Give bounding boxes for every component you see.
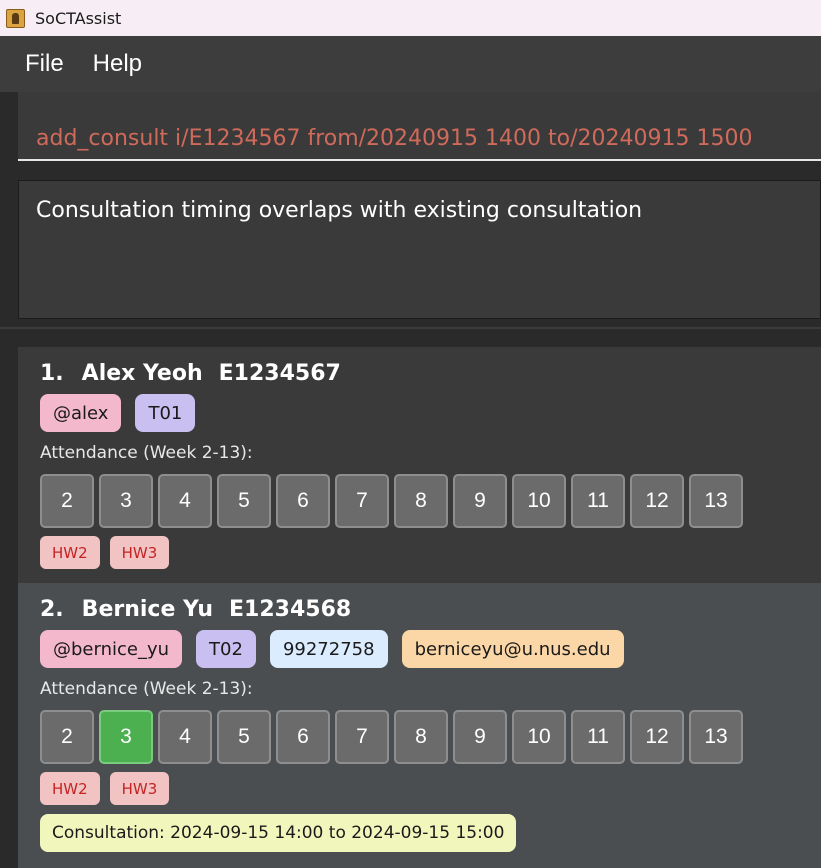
- attendance-week-cell: 11: [571, 710, 625, 764]
- phone-tag: 99272758: [269, 630, 388, 668]
- menu-file[interactable]: File: [25, 50, 64, 78]
- homework-tags: HW2 HW3: [40, 772, 170, 805]
- tutorial-tag: T01: [135, 394, 196, 432]
- homework-tags: HW2 HW3: [40, 536, 170, 569]
- consultation-tag: Consultation: 2024-09-15 14:00 to 2024-0…: [40, 814, 517, 852]
- attendance-week-cell: 3: [99, 710, 153, 764]
- attendance-week-cell: 9: [453, 474, 507, 528]
- student-tags: @alex T01: [40, 394, 196, 432]
- homework-tag: HW2: [40, 536, 100, 569]
- divider: [0, 327, 821, 329]
- student-header: 1. Alex Yeoh E1234567: [40, 361, 341, 386]
- student-name: Bernice Yu: [81, 597, 214, 622]
- telegram-tag: @bernice_yu: [40, 630, 183, 668]
- attendance-week-cell: 11: [571, 474, 625, 528]
- attendance-week-cell: 4: [158, 474, 212, 528]
- telegram-tag: @alex: [40, 394, 122, 432]
- result-display[interactable]: Consultation timing overlaps with existi…: [18, 180, 821, 319]
- attendance-weeks: 2 3 4 5 6 7 8 9 10 11 12 13: [40, 710, 743, 764]
- student-id: E1234567: [218, 361, 341, 386]
- attendance-week-cell: 4: [158, 710, 212, 764]
- menu-help[interactable]: Help: [93, 50, 142, 78]
- email-tag: berniceyu@u.nus.edu: [401, 630, 624, 668]
- student-index: 1.: [40, 361, 64, 386]
- attendance-week-cell: 5: [217, 474, 271, 528]
- attendance-week-cell: 12: [630, 474, 684, 528]
- attendance-week-cell: 5: [217, 710, 271, 764]
- command-input[interactable]: [18, 92, 821, 161]
- homework-tag: HW2: [40, 772, 100, 805]
- menu-bar: File Help: [0, 36, 821, 92]
- student-id: E1234568: [229, 597, 352, 622]
- homework-tag: HW3: [109, 772, 170, 805]
- student-card[interactable]: 1. Alex Yeoh E1234567 @alex T01 Attendan…: [18, 347, 821, 583]
- attendance-week-cell: 9: [453, 710, 507, 764]
- window-title-bar: SoCTAssist: [0, 0, 821, 36]
- attendance-week-cell: 3: [99, 474, 153, 528]
- attendance-week-cell: 7: [335, 474, 389, 528]
- window-title: SoCTAssist: [35, 8, 122, 28]
- attendance-week-cell: 2: [40, 710, 94, 764]
- student-name: Alex Yeoh: [81, 361, 203, 386]
- attendance-week-cell: 10: [512, 710, 566, 764]
- attendance-week-cell: 6: [276, 474, 330, 528]
- command-box: [0, 92, 821, 170]
- attendance-label: Attendance (Week 2-13):: [40, 679, 253, 699]
- attendance-week-cell: 10: [512, 474, 566, 528]
- attendance-week-cell: 8: [394, 474, 448, 528]
- attendance-week-cell: 2: [40, 474, 94, 528]
- attendance-label: Attendance (Week 2-13):: [40, 443, 253, 463]
- tutorial-tag: T02: [196, 630, 256, 668]
- student-index: 2.: [40, 597, 64, 622]
- student-card[interactable]: 2. Bernice Yu E1234568 @bernice_yu T02 9…: [18, 583, 821, 868]
- attendance-week-cell: 7: [335, 710, 389, 764]
- attendance-week-cell: 12: [630, 710, 684, 764]
- attendance-week-cell: 8: [394, 710, 448, 764]
- student-header: 2. Bernice Yu E1234568: [40, 597, 351, 622]
- attendance-weeks: 2 3 4 5 6 7 8 9 10 11 12 13: [40, 474, 743, 528]
- homework-tag: HW3: [109, 536, 170, 569]
- attendance-week-cell: 13: [689, 710, 743, 764]
- attendance-week-cell: 6: [276, 710, 330, 764]
- app-icon: [6, 8, 25, 28]
- attendance-week-cell: 13: [689, 474, 743, 528]
- student-tags: @bernice_yu T02 99272758 berniceyu@u.nus…: [40, 630, 624, 668]
- student-list[interactable]: 1. Alex Yeoh E1234567 @alex T01 Attendan…: [18, 347, 821, 868]
